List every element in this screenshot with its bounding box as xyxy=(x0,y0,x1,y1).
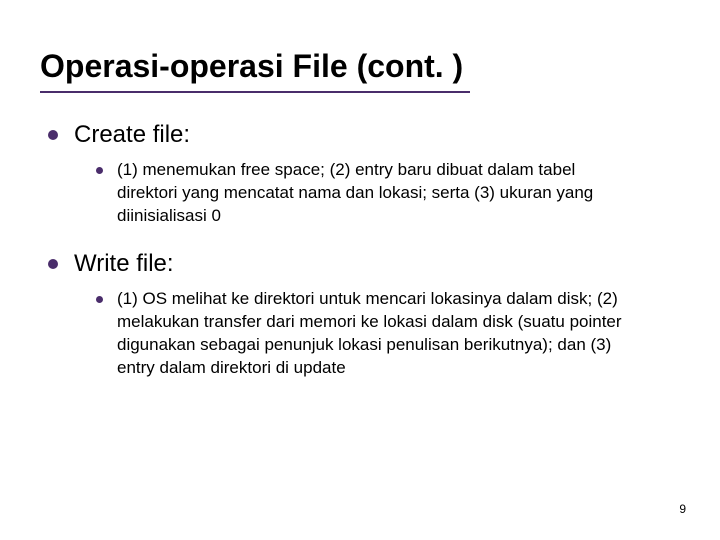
list-item-heading: Write file: xyxy=(74,250,174,278)
list-item-heading: Create file: xyxy=(74,121,190,149)
bullet-icon xyxy=(48,259,58,269)
title-underline xyxy=(40,91,470,93)
list-subitem: (1) menemukan free space; (2) entry baru… xyxy=(96,159,640,228)
list-item: Write file: xyxy=(48,250,680,278)
bullet-icon xyxy=(96,296,103,303)
list-subitem-text: (1) menemukan free space; (2) entry baru… xyxy=(117,159,640,228)
slide-title: Operasi-operasi File (cont. ) xyxy=(40,48,680,85)
list-subitem: (1) OS melihat ke direktori untuk mencar… xyxy=(96,288,640,380)
bullet-icon xyxy=(48,130,58,140)
list-item: Create file: xyxy=(48,121,680,149)
list-subitem-text: (1) OS melihat ke direktori untuk mencar… xyxy=(117,288,640,380)
bullet-icon xyxy=(96,167,103,174)
page-number: 9 xyxy=(679,502,686,516)
